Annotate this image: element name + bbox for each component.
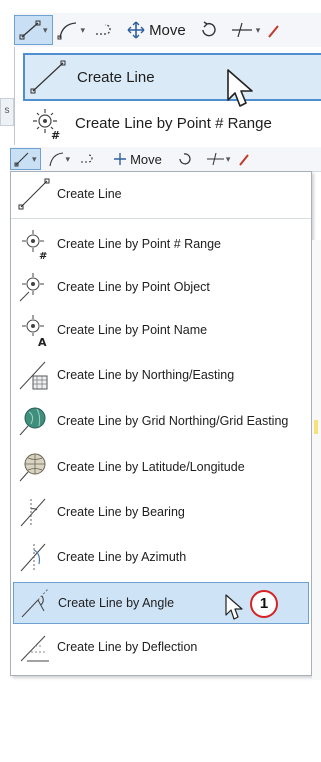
menu-item-label: Create Line by Angle: [58, 596, 175, 610]
inset-item-label: Create Line: [77, 68, 155, 86]
background-highlight-mark: [314, 420, 318, 434]
menu-item-deflection[interactable]: Create Line by Deflection: [13, 627, 309, 667]
move-label: Move: [149, 21, 186, 39]
svg-text:#: #: [51, 129, 60, 141]
chevron-down-icon: ▾: [65, 153, 71, 164]
menu-divider: [11, 218, 311, 219]
menu-item-label: Create Line by Point Object: [57, 280, 210, 294]
chevron-down-icon: ▾: [225, 153, 231, 164]
move-button[interactable]: Move: [113, 152, 162, 167]
move-icon: [127, 21, 145, 39]
azimuth-icon: [20, 543, 46, 572]
line-icon: [18, 178, 50, 210]
deflection-icon: [20, 635, 49, 662]
curve-icon: [57, 22, 76, 40]
chevron-down-icon: ▾: [32, 153, 37, 164]
mouse-pointer-icon: [227, 69, 253, 107]
curve-icon: [48, 152, 63, 167]
menu-item-point-range[interactable]: # Create Line by Point # Range: [13, 224, 309, 264]
move-label: Move: [130, 151, 162, 167]
rotate-icon[interactable]: [176, 151, 194, 167]
move-button[interactable]: Move: [127, 21, 186, 39]
lat-long-icon: [19, 453, 46, 482]
svg-text:#: #: [39, 251, 47, 261]
chevron-down-icon: ▾: [80, 24, 86, 35]
side-panel-tab[interactable]: s: [0, 98, 14, 126]
menu-item-label: Create Line by Azimuth: [57, 550, 187, 564]
mouse-pointer-icon: [225, 594, 243, 620]
inset-menu-item-create-line[interactable]: Create Line: [23, 53, 321, 101]
menu-item-grid-northing-easting[interactable]: Create Line by Grid Northing/Grid Eastin…: [13, 401, 309, 441]
trim-icon[interactable]: [230, 20, 256, 40]
line-dropdown-button[interactable]: ▾: [10, 148, 41, 170]
line-dropdown-button[interactable]: ▾: [14, 15, 53, 45]
edit-pencil-icon[interactable]: [238, 151, 250, 167]
step-callout-badge: 1: [250, 590, 278, 618]
menu-item-bearing[interactable]: Create Line by Bearing: [13, 492, 309, 532]
menu-item-label: Create Line by Point # Range: [57, 237, 221, 251]
trim-icon[interactable]: [206, 151, 226, 167]
edit-pencil-icon[interactable]: [266, 20, 280, 40]
menu-item-azimuth[interactable]: Create Line by Azimuth: [13, 537, 309, 577]
polyline-icon: [96, 24, 111, 35]
inset-dropdown: Create Line # Create Line by Point # Ran…: [14, 47, 321, 145]
chevron-down-icon: ▾: [43, 24, 48, 35]
menu-item-northing-easting[interactable]: Create Line by Northing/Easting: [13, 355, 309, 395]
menu-item-create-line[interactable]: Create Line: [13, 174, 309, 214]
point-name-icon: A: [22, 315, 47, 347]
inset-item-label: Create Line by Point # Range: [75, 114, 272, 132]
menu-item-label: Create Line by Bearing: [57, 505, 185, 519]
menu-item-label: Create Line by Grid Northing/Grid Eastin…: [57, 414, 289, 428]
menu-item-label: Create Line by Latitude/Longitude: [57, 460, 245, 474]
angle-icon: [21, 588, 49, 618]
polyline-icon[interactable]: [79, 151, 97, 167]
menu-item-label: Create Line by Deflection: [57, 640, 198, 654]
menu-item-label: Create Line by Northing/Easting: [57, 368, 235, 382]
menu-item-label: Create Line by Point Name: [57, 323, 208, 337]
ribbon-toolbar: ▾ ▾ Move ▾: [10, 147, 321, 172]
grid-globe-icon: [19, 407, 46, 436]
inset-menu-item-point-range[interactable]: # Create Line by Point # Range: [23, 103, 321, 143]
move-icon: [114, 153, 127, 165]
svg-text:A: A: [38, 336, 47, 347]
point-object-icon: [19, 273, 44, 302]
chevron-down-icon: ▾: [255, 24, 261, 35]
line-icon: [19, 20, 41, 40]
background-panel-edge: [312, 240, 321, 680]
bearing-icon: [20, 498, 46, 527]
menu-item-point-name[interactable]: A Create Line by Point Name: [13, 310, 309, 350]
point-range-icon: #: [33, 109, 60, 141]
menu-item-label: Create Line: [57, 187, 122, 201]
line-icon: [30, 60, 66, 94]
menu-item-lat-long[interactable]: Create Line by Latitude/Longitude: [13, 447, 309, 487]
curve-dropdown-button[interactable]: ▾: [45, 149, 74, 169]
curve-dropdown-button[interactable]: ▾: [53, 16, 90, 44]
rotate-icon[interactable]: [198, 20, 220, 40]
point-range-icon: #: [22, 230, 47, 261]
polyline-dropdown-button[interactable]: [89, 16, 119, 44]
northing-easting-icon: [19, 361, 48, 390]
top-toolbar: ▾ ▾ Move ▾: [14, 13, 321, 48]
line-icon: [14, 152, 29, 167]
menu-item-point-object[interactable]: Create Line by Point Object: [13, 267, 309, 307]
